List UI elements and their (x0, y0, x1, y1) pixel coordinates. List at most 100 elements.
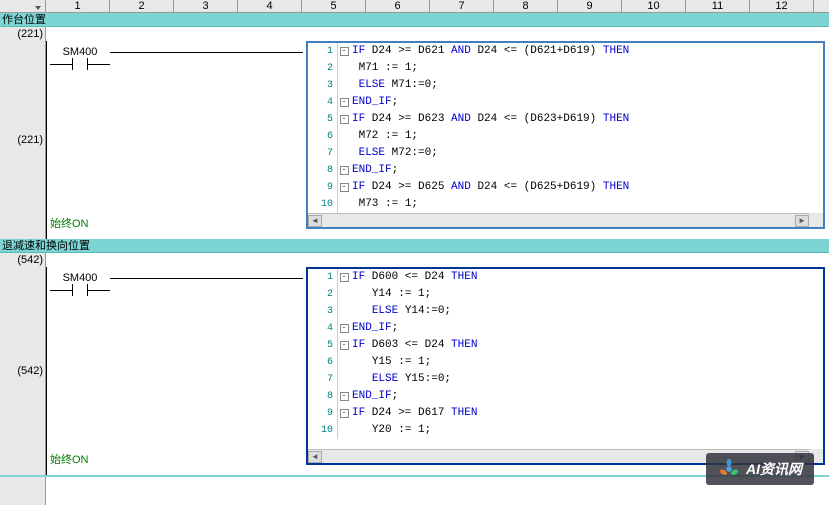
fold-minus-icon[interactable]: - (340, 341, 349, 350)
horizontal-scrollbar[interactable]: ◄ ► (308, 213, 809, 227)
fold-gutter[interactable]: - (338, 405, 350, 422)
code-line[interactable]: 4-END_IF; (308, 320, 809, 337)
code-line[interactable]: 4-END_IF; (308, 94, 809, 111)
code-text[interactable]: M71 := 1; (350, 60, 418, 77)
contact[interactable]: SM400 (50, 46, 110, 70)
code-text[interactable]: ELSE Y15:=0; (350, 371, 451, 388)
watermark-icon (718, 458, 740, 480)
fold-minus-icon[interactable]: - (340, 392, 349, 401)
wire (110, 278, 303, 279)
line-number: 8 (308, 162, 338, 179)
code-text[interactable]: END_IF; (350, 94, 398, 111)
code-line[interactable]: 1-IF D24 >= D621 AND D24 <= (D621+D619) … (308, 43, 809, 60)
code-text[interactable]: M73 := 1; (350, 196, 418, 213)
column-header-cell[interactable]: 12 (750, 0, 814, 12)
fold-minus-icon[interactable]: - (340, 324, 349, 333)
code-line[interactable]: 8-END_IF; (308, 162, 809, 179)
section-header-1[interactable]: 作台位置 (0, 13, 829, 27)
fold-minus-icon[interactable]: - (340, 115, 349, 124)
fold-minus-icon[interactable]: - (340, 98, 349, 107)
code-text[interactable]: IF D24 >= D625 AND D24 <= (D625+D619) TH… (350, 179, 629, 196)
left-rail (46, 41, 47, 239)
code-line[interactable]: 8-END_IF; (308, 388, 809, 405)
code-text[interactable]: M72 := 1; (350, 128, 418, 145)
column-header-cell[interactable]: 10 (622, 0, 686, 12)
code-text[interactable]: IF D24 >= D617 THEN (350, 405, 477, 422)
code-text[interactable]: Y14 := 1; (350, 286, 431, 303)
fold-gutter[interactable]: - (338, 388, 350, 405)
line-number: 9 (308, 179, 338, 196)
fold-gutter[interactable]: - (338, 162, 350, 179)
scroll-right-icon[interactable]: ► (795, 215, 809, 227)
column-header-cell[interactable]: 11 (686, 0, 750, 12)
column-header-cell[interactable]: 3 (174, 0, 238, 12)
code-line[interactable]: 5-IF D24 >= D623 AND D24 <= (D623+D619) … (308, 111, 809, 128)
code-text[interactable]: ELSE Y14:=0; (350, 303, 451, 320)
st-code-box-2[interactable]: 1-IF D600 <= D24 THEN2 Y14 := 1;3 ELSE Y… (306, 267, 825, 465)
code-text[interactable]: IF D24 >= D621 AND D24 <= (D621+D619) TH… (350, 43, 629, 60)
fold-minus-icon[interactable]: - (340, 409, 349, 418)
fold-minus-icon[interactable]: - (340, 183, 349, 192)
fold-gutter[interactable]: - (338, 43, 350, 60)
fold-minus-icon[interactable]: - (340, 166, 349, 175)
code-line[interactable]: 2 Y14 := 1; (308, 286, 809, 303)
fold-gutter[interactable]: - (338, 337, 350, 354)
line-number: 2 (308, 60, 338, 77)
code-line[interactable]: 9-IF D24 >= D617 THEN (308, 405, 809, 422)
code-line[interactable]: 9-IF D24 >= D625 AND D24 <= (D625+D619) … (308, 179, 809, 196)
code-line[interactable]: 6 Y15 := 1; (308, 354, 809, 371)
code-line[interactable]: 3 ELSE M71:=0; (308, 77, 809, 94)
line-number: 1 (308, 43, 338, 60)
fold-minus-icon[interactable]: - (340, 47, 349, 56)
code-line[interactable]: 10 M73 := 1; (308, 196, 809, 213)
column-header: 123456789101112 (0, 0, 829, 13)
code-line[interactable]: 3 ELSE Y14:=0; (308, 303, 809, 320)
code-text[interactable]: IF D600 <= D24 THEN (350, 269, 477, 286)
column-header-cell[interactable]: 5 (302, 0, 366, 12)
contact-label: SM400 (50, 46, 110, 58)
code-line[interactable]: 2 M71 := 1; (308, 60, 809, 77)
column-header-cell[interactable]: 9 (558, 0, 622, 12)
code-text[interactable]: Y20 := 1; (350, 422, 431, 439)
column-header-cell[interactable]: 7 (430, 0, 494, 12)
code-text[interactable]: END_IF; (350, 388, 398, 405)
code-text[interactable]: IF D24 >= D623 AND D24 <= (D623+D619) TH… (350, 111, 629, 128)
code-line[interactable]: 1-IF D600 <= D24 THEN (308, 269, 809, 286)
watermark: AI资讯网 (706, 453, 814, 485)
code-line[interactable]: 7 ELSE M72:=0; (308, 145, 809, 162)
code-text[interactable]: ELSE M71:=0; (350, 77, 438, 94)
scroll-left-icon[interactable]: ◄ (308, 451, 322, 463)
scroll-track[interactable] (322, 215, 795, 227)
watermark-text: AI资讯网 (746, 459, 802, 479)
fold-gutter[interactable]: - (338, 179, 350, 196)
code-line[interactable]: 6 M72 := 1; (308, 128, 809, 145)
column-header-cell[interactable]: 4 (238, 0, 302, 12)
code-text[interactable]: END_IF; (350, 320, 398, 337)
fold-gutter[interactable]: - (338, 111, 350, 128)
column-header-cell[interactable]: 6 (366, 0, 430, 12)
column-header-cell[interactable]: 1 (46, 0, 110, 12)
code-text[interactable]: Y15 := 1; (350, 354, 431, 371)
line-number: 10 (308, 422, 338, 439)
code-text[interactable]: END_IF; (350, 162, 398, 179)
line-number: 8 (308, 388, 338, 405)
contact[interactable]: SM400 (50, 272, 110, 296)
section-header-2[interactable]: 退减速和换向位置 (0, 239, 829, 253)
fold-gutter[interactable]: - (338, 94, 350, 111)
code-line[interactable]: 5-IF D603 <= D24 THEN (308, 337, 809, 354)
scroll-left-icon[interactable]: ◄ (308, 215, 322, 227)
fold-gutter (338, 196, 350, 213)
code-line[interactable]: 7 ELSE Y15:=0; (308, 371, 809, 388)
fold-gutter[interactable]: - (338, 320, 350, 337)
code-text[interactable]: ELSE M72:=0; (350, 145, 438, 162)
column-header-cell[interactable]: 2 (110, 0, 174, 12)
corner-cell[interactable] (0, 0, 46, 12)
line-number: 3 (308, 77, 338, 94)
fold-gutter[interactable]: - (338, 269, 350, 286)
column-header-cell[interactable]: 8 (494, 0, 558, 12)
code-text[interactable]: IF D603 <= D24 THEN (350, 337, 477, 354)
contact-symbol (50, 284, 110, 296)
fold-minus-icon[interactable]: - (340, 273, 349, 282)
code-line[interactable]: 10 Y20 := 1; (308, 422, 809, 439)
st-code-box-1[interactable]: 1-IF D24 >= D621 AND D24 <= (D621+D619) … (306, 41, 825, 229)
